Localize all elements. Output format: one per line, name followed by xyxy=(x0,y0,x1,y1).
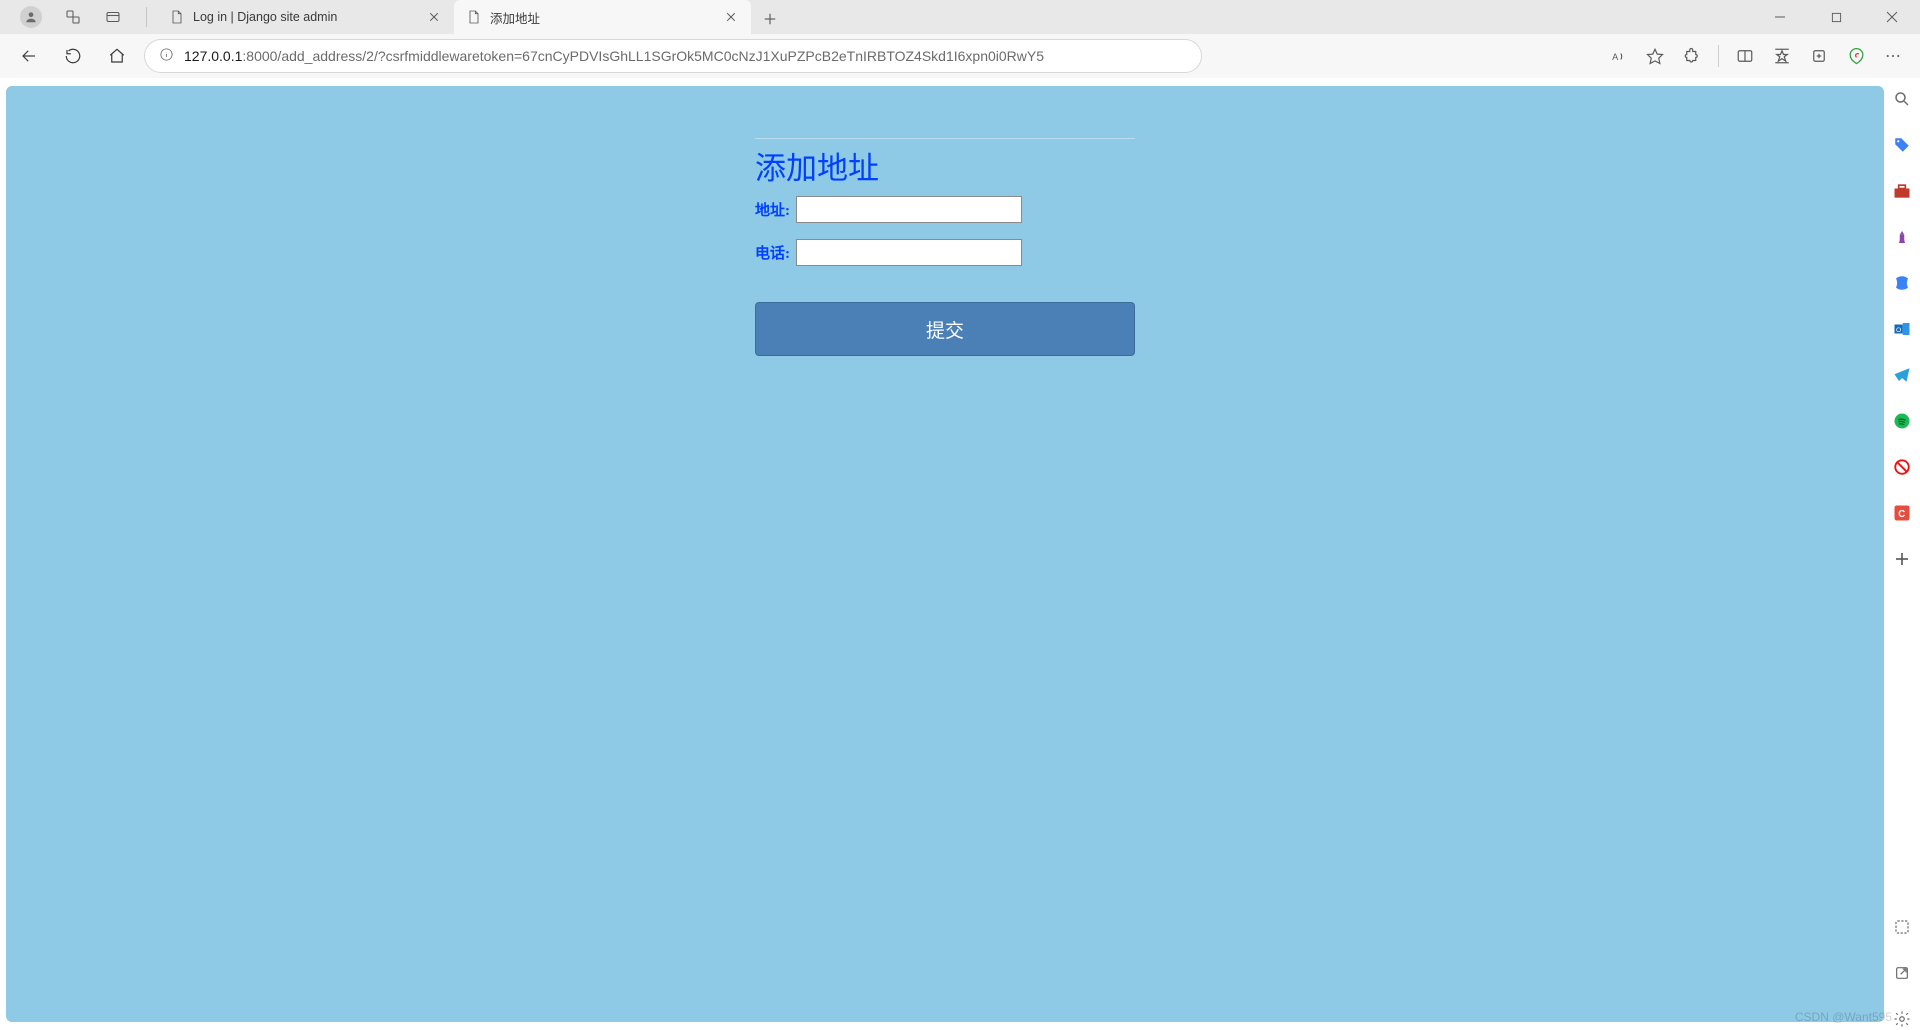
sidebar-rail: O C xyxy=(1884,78,1920,1030)
favorites-bar-button[interactable] xyxy=(1765,39,1799,73)
svg-text:C: C xyxy=(1898,509,1905,520)
collections-button[interactable] xyxy=(1802,39,1836,73)
add-sidebar-button[interactable] xyxy=(1891,548,1913,570)
site-info-icon[interactable] xyxy=(159,47,174,65)
home-button[interactable] xyxy=(100,39,134,73)
url-text: 127.0.0.1:8000/add_address/2/?csrfmiddle… xyxy=(184,48,1187,64)
divider xyxy=(755,138,1135,139)
submit-button[interactable]: 提交 xyxy=(755,302,1135,356)
favorite-button[interactable] xyxy=(1638,39,1672,73)
external-icon[interactable] xyxy=(1891,962,1913,984)
add-address-form: 地址: 电话: 提交 xyxy=(755,196,1135,356)
profile-avatar[interactable] xyxy=(20,6,42,28)
field-phone: 电话: xyxy=(755,239,1135,266)
tab-actions-icon[interactable] xyxy=(104,8,122,26)
page-viewport: 添加地址 地址: 电话: 提交 xyxy=(6,86,1884,1022)
extensions-button[interactable] xyxy=(1675,39,1709,73)
browser-essentials-button[interactable] xyxy=(1839,39,1873,73)
read-aloud-button[interactable]: A xyxy=(1601,39,1635,73)
tabs: Log in | Django site admin 添加地址 xyxy=(157,0,785,34)
toolbar-right: A xyxy=(1601,39,1910,73)
new-tab-button[interactable] xyxy=(755,4,785,34)
tab-title: Log in | Django site admin xyxy=(193,10,418,24)
tab-add-address[interactable]: 添加地址 xyxy=(454,0,751,34)
tab-django-admin[interactable]: Log in | Django site admin xyxy=(157,0,454,34)
tab-title: 添加地址 xyxy=(490,8,715,27)
office-icon[interactable] xyxy=(1891,272,1913,294)
toolbox-icon[interactable] xyxy=(1891,180,1913,202)
phone-label: 电话: xyxy=(755,242,790,263)
maximize-button[interactable] xyxy=(1808,0,1864,34)
settings-icon[interactable] xyxy=(1891,1008,1913,1030)
file-icon xyxy=(169,9,185,25)
noentry-icon[interactable] xyxy=(1891,456,1913,478)
address-input[interactable] xyxy=(796,196,1022,223)
address-label: 地址: xyxy=(755,199,790,220)
file-icon xyxy=(466,9,482,25)
svg-text:A: A xyxy=(1612,52,1619,62)
page-heading: 添加地址 xyxy=(755,143,879,188)
spotify-icon[interactable] xyxy=(1891,410,1913,432)
separator xyxy=(1718,45,1719,67)
titlebar-left xyxy=(6,6,149,28)
titlebar: Log in | Django site admin 添加地址 xyxy=(0,0,1920,34)
url-host: 127.0.0.1 xyxy=(184,48,242,64)
split-screen-button[interactable] xyxy=(1728,39,1762,73)
telegram-icon[interactable] xyxy=(1891,364,1913,386)
back-button[interactable] xyxy=(12,39,46,73)
url-path: :8000/add_address/2/?csrfmiddlewaretoken… xyxy=(242,48,1044,64)
workspaces-icon[interactable] xyxy=(64,8,82,26)
field-address: 地址: xyxy=(755,196,1135,223)
svg-text:O: O xyxy=(1896,327,1901,334)
outlook-icon[interactable]: O xyxy=(1891,318,1913,340)
watermark: CSDN @Want595 xyxy=(1795,1010,1892,1024)
separator xyxy=(146,7,147,27)
close-window-button[interactable] xyxy=(1864,0,1920,34)
chess-icon[interactable] xyxy=(1891,226,1913,248)
tag-icon[interactable] xyxy=(1891,134,1913,156)
close-icon[interactable] xyxy=(723,9,739,25)
minimize-button[interactable] xyxy=(1752,0,1808,34)
toolbar: 127.0.0.1:8000/add_address/2/?csrfmiddle… xyxy=(0,34,1920,78)
search-icon[interactable] xyxy=(1891,88,1913,110)
app-c-icon[interactable]: C xyxy=(1891,502,1913,524)
more-button[interactable] xyxy=(1876,39,1910,73)
phone-input[interactable] xyxy=(796,239,1022,266)
close-icon[interactable] xyxy=(426,9,442,25)
window-controls xyxy=(1752,0,1920,34)
refresh-button[interactable] xyxy=(56,39,90,73)
screenshot-icon[interactable] xyxy=(1891,916,1913,938)
address-bar[interactable]: 127.0.0.1:8000/add_address/2/?csrfmiddle… xyxy=(144,39,1202,73)
